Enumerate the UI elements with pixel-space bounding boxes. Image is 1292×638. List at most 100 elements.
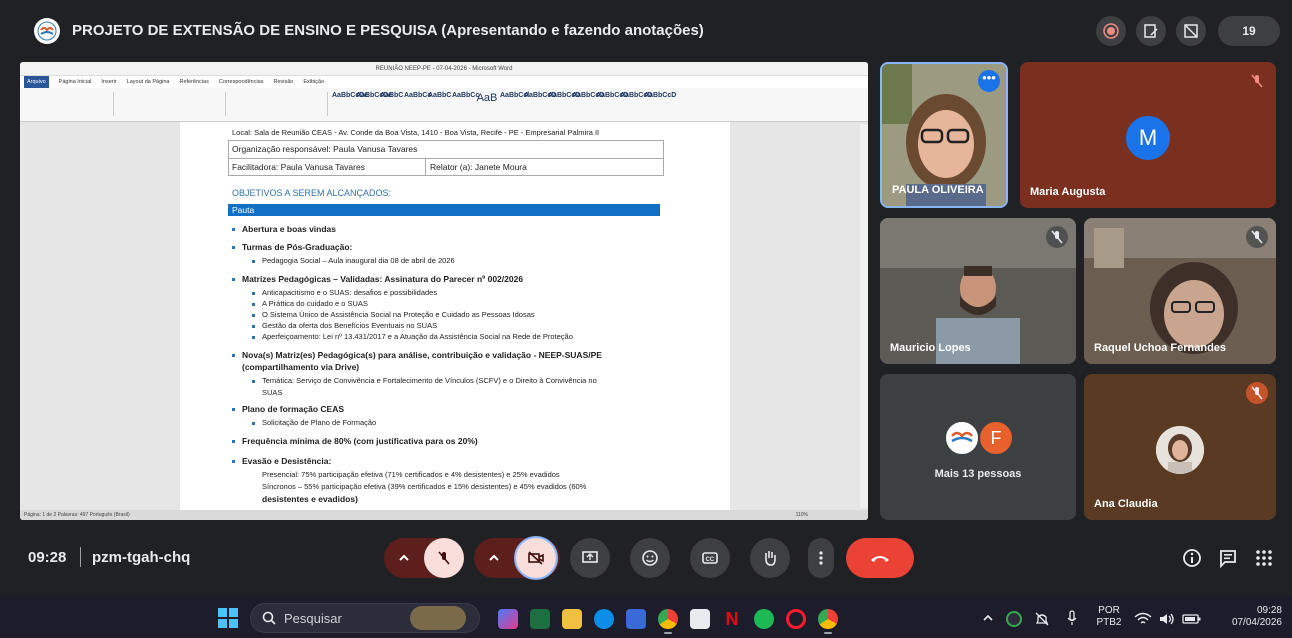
word-ribbon: AaBbCcDc AaBbCcDc AaBbC AaBbCc AaBbC AaB… <box>20 88 868 122</box>
meeting-details-button[interactable] <box>1180 546 1204 570</box>
system-clock[interactable]: 09:28 07/04/2026 <box>1216 605 1282 629</box>
sync-icon[interactable] <box>1006 611 1022 627</box>
chat-button[interactable] <box>1216 546 1240 570</box>
participant-tile-raquel[interactable]: Raquel Uchoa Fernandes <box>1084 218 1276 364</box>
style-swatch[interactable]: AaBbCc <box>452 92 480 110</box>
doc-turmas-sub: Pedagogia Social – Aula inaugural dia 08… <box>262 256 455 265</box>
captions-button[interactable]: CC <box>690 538 730 578</box>
notifications-off-icon[interactable] <box>1034 612 1050 626</box>
style-swatch[interactable]: AaB <box>476 92 498 110</box>
excel-icon[interactable] <box>530 609 550 629</box>
style-swatch[interactable]: AaBbCc <box>404 92 431 110</box>
end-call-icon <box>871 556 889 562</box>
participant-name: Mauricio Lopes <box>890 342 971 354</box>
microphone-icon[interactable] <box>1066 610 1078 626</box>
participant-count[interactable]: 19 <box>1218 16 1280 46</box>
doc-plano-sub: Solicitação de Plano de Formação <box>262 418 377 427</box>
notes-button[interactable] <box>1136 16 1166 46</box>
style-swatch[interactable]: AaBbCcD <box>644 92 676 110</box>
style-swatch[interactable]: AaBbC <box>428 92 451 110</box>
mic-options-button[interactable] <box>384 538 424 578</box>
doc-matrizes-sub: O Sistema Único de Assistência Social na… <box>262 310 535 319</box>
style-swatch-label: AaBbCcDc <box>356 92 393 99</box>
activities-button[interactable] <box>1252 546 1276 570</box>
camera-toggle-button[interactable] <box>514 536 558 580</box>
mic-control-group <box>384 538 464 578</box>
mic-off-icon <box>1246 382 1268 404</box>
active-app-indicator <box>664 632 672 634</box>
word-tab[interactable]: Inserir <box>101 76 116 88</box>
wifi-icon[interactable] <box>1134 612 1152 626</box>
participant-tile-ana[interactable]: Ana Claudia <box>1084 374 1276 520</box>
doc-sincronos: Síncronos – 55% participação efetiva (39… <box>262 482 587 491</box>
word-tab[interactable]: Página Inicial <box>59 76 92 88</box>
style-swatch[interactable]: AaBbCcDc <box>356 92 393 110</box>
word-zoom[interactable]: 110% <box>796 510 808 520</box>
word-tab[interactable]: Referências <box>179 76 208 88</box>
copilot-icon[interactable] <box>498 609 518 629</box>
app-icon[interactable] <box>690 609 710 629</box>
word-tab[interactable]: Exibição <box>303 76 324 88</box>
style-swatch[interactable]: AaBbCcD <box>572 92 604 110</box>
word-tab[interactable]: Correspondências <box>219 76 264 88</box>
edge-icon[interactable] <box>594 609 614 629</box>
doc-matrizes: Matrizes Pedagógicas – Validadas: Assina… <box>242 274 524 284</box>
word-tab[interactable]: Revisão <box>273 76 293 88</box>
word-tab[interactable]: Layout da Página <box>127 76 170 88</box>
doc-turmas: Turmas de Pós-Graduação: <box>242 242 353 252</box>
participant-name: PAULA OLIVEIRA <box>892 184 984 196</box>
word-tab[interactable]: Arquivo <box>24 76 49 88</box>
doc-facilitadora: Facilitadora: Paula Vanusa Tavares <box>232 162 365 172</box>
camera-options-button[interactable] <box>474 538 514 578</box>
chrome-icon[interactable] <box>658 609 678 629</box>
camera-off-icon <box>528 551 544 565</box>
participant-tile-mauricio[interactable]: Mauricio Lopes <box>880 218 1076 364</box>
style-swatch[interactable]: AaBbCcD <box>548 92 580 110</box>
chrome-profile-icon[interactable] <box>818 609 838 629</box>
participant-name: Ana Claudia <box>1094 498 1158 510</box>
doc-abertura: Abertura e boas vindas <box>242 224 337 234</box>
chevron-up-icon[interactable] <box>982 612 994 624</box>
style-swatch[interactable]: AaBbCcD <box>596 92 628 110</box>
record-indicator-button[interactable] <box>1096 16 1126 46</box>
mic-toggle-button[interactable] <box>424 538 464 578</box>
store-icon[interactable] <box>626 609 646 629</box>
shared-screen: REUNIÃO NEEP-PE - 07-04-2026 - Microsoft… <box>20 62 868 520</box>
doc-relator: Relator (a): Janete Moura <box>430 162 527 172</box>
meeting-logo-icon <box>34 18 60 44</box>
style-swatch[interactable]: AaBbC <box>380 92 403 110</box>
language-indicator[interactable]: POR PTB2 <box>1094 605 1124 629</box>
spotify-icon[interactable] <box>754 609 774 629</box>
system-time: 09:28 <box>1256 605 1282 616</box>
reactions-button[interactable] <box>630 538 670 578</box>
image-off-button[interactable] <box>1176 16 1206 46</box>
start-button[interactable] <box>216 606 240 630</box>
style-swatch[interactable]: AaBbCcl <box>500 92 529 110</box>
battery-icon[interactable] <box>1182 612 1202 626</box>
keyboard-layout: PTB2 <box>1096 617 1122 628</box>
participant-tile-paula[interactable]: ••• PAULA OLIVEIRA <box>880 62 1008 208</box>
search-icon <box>262 611 276 625</box>
active-app-indicator <box>824 632 832 634</box>
style-swatch-label: AaBbCcD <box>524 92 557 99</box>
doc-frequencia: Frequência mínima de 80% (com justificat… <box>242 436 478 446</box>
file-explorer-icon[interactable] <box>562 609 582 629</box>
more-options-button[interactable] <box>808 538 834 578</box>
leave-call-button[interactable] <box>846 538 914 578</box>
word-scrollbar[interactable] <box>860 124 868 508</box>
volume-icon[interactable] <box>1158 612 1176 626</box>
doc-novas-2: (compartilhamento via Drive) <box>242 362 360 372</box>
style-swatch[interactable]: AaBbCcD <box>620 92 652 110</box>
raise-hand-button[interactable] <box>750 538 790 578</box>
svg-text:CC: CC <box>706 557 715 563</box>
style-swatch[interactable]: AaBbCcDc <box>332 92 368 110</box>
participant-tile-maria[interactable]: M Maria Augusta <box>1020 62 1276 208</box>
present-button[interactable] <box>570 538 610 578</box>
doc-matrizes-sub: Aperfeiçoamento: Lei nº 13.431/2017 e a … <box>262 332 573 341</box>
style-swatch[interactable]: AaBbCcD <box>524 92 557 110</box>
opera-icon[interactable] <box>786 609 806 629</box>
netflix-icon[interactable]: N <box>722 609 742 629</box>
participant-count-value: 19 <box>1242 24 1256 38</box>
participant-tile-others[interactable]: F Mais 13 pessoas <box>880 374 1076 520</box>
style-swatch-label: AaBbCc <box>452 92 480 99</box>
